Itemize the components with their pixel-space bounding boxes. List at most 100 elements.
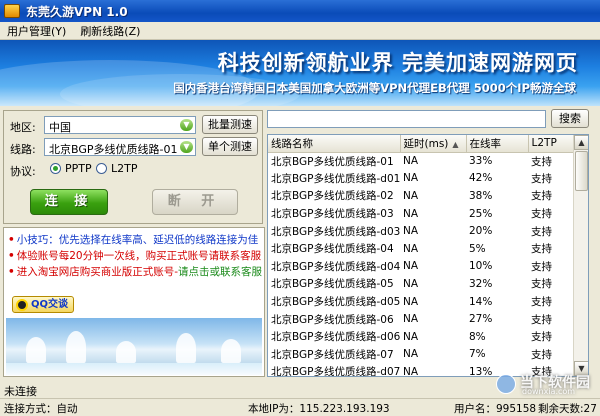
watermark-logo-icon xyxy=(496,374,516,394)
single-test-button[interactable]: 单个测速 xyxy=(202,137,258,156)
tip-text: 进入淘宝网店购买商业版正式账号- xyxy=(16,266,179,278)
server-list[interactable]: 线路名称 延时(ms) ▲ 在线率 L2TP 北京BGP多线优质线路-01 NA 33… xyxy=(267,134,589,377)
contact-link[interactable]: 请点击或联系客服 xyxy=(178,266,262,278)
tree-shape xyxy=(116,341,136,363)
cell-online-rate: 7% xyxy=(469,348,486,361)
scroll-thumb[interactable] xyxy=(575,151,588,191)
cell-line-name: 北京BGP多线优质线路-05 xyxy=(271,278,394,291)
cell-online-rate: 38% xyxy=(469,189,493,202)
table-row[interactable]: 北京BGP多线优质线路-d01 NA 42% 支持 xyxy=(268,170,574,188)
cell-l2tp: 支持 xyxy=(531,348,552,361)
banner: 科技创新领航业界 完美加速网游网页 国内香港台湾韩国日本美国加拿大欧洲等VPN代… xyxy=(0,40,600,106)
tree-shape xyxy=(66,331,86,363)
region-select[interactable]: 中国 ▼ xyxy=(44,116,196,134)
region-value: 中国 xyxy=(49,121,71,134)
server-table: 线路名称 延时(ms) ▲ 在线率 L2TP 北京BGP多线优质线路-01 NA 33… xyxy=(268,135,575,376)
banner-headline: 科技创新领航业界 完美加速网游网页 xyxy=(217,51,578,75)
table-row[interactable]: 北京BGP多线优质线路-05 NA 32% 支持 xyxy=(268,275,574,293)
header-label: 线路名称 xyxy=(271,137,313,150)
cell-online-rate: 5% xyxy=(469,242,486,255)
column-header-online-rate[interactable]: 在线率 xyxy=(466,135,529,153)
search-button[interactable]: 搜索 xyxy=(551,109,589,128)
column-header-latency[interactable]: 延时(ms) ▲ xyxy=(400,135,467,153)
cell-online-rate: 42% xyxy=(469,172,493,185)
menu-user-management[interactable]: 用户管理(Y) xyxy=(0,23,73,39)
table-row[interactable]: 北京BGP多线优质线路-07 NA 7% 支持 xyxy=(268,346,574,364)
column-header-line-name[interactable]: 线路名称 xyxy=(268,135,401,153)
cell-online-rate: 32% xyxy=(469,277,493,290)
scroll-up-icon[interactable]: ▲ xyxy=(574,135,588,150)
cell-latency: NA xyxy=(403,172,419,185)
radio-l2tp-label: L2TP xyxy=(111,162,138,175)
cell-line-name: 北京BGP多线优质线路-d04 xyxy=(271,260,400,273)
cell-online-rate: 33% xyxy=(469,155,493,168)
cell-line-name: 北京BGP多线优质线路-06 xyxy=(271,313,394,326)
header-label: 在线率 xyxy=(469,137,502,150)
qq-icon xyxy=(16,299,28,311)
connection-status: 未连接 xyxy=(4,385,37,398)
cell-l2tp: 支持 xyxy=(531,313,552,326)
cell-latency: NA xyxy=(403,155,419,168)
cell-line-name: 北京BGP多线优质线路-d01 xyxy=(271,172,400,185)
tip-text: 体验账号每20分钟一次线，购买正式账号请联系客服 xyxy=(16,250,262,262)
cell-l2tp: 支持 xyxy=(531,331,552,344)
line-value: 北京BGP多线优质线路-01 xyxy=(49,143,178,156)
radio-pptp-label: PPTP xyxy=(65,162,92,175)
tree-shape xyxy=(26,337,46,363)
cell-line-name: 北京BGP多线优质线路-07 xyxy=(271,348,394,361)
table-row[interactable]: 北京BGP多线优质线路-d05 NA 14% 支持 xyxy=(268,293,574,311)
cell-l2tp: 支持 xyxy=(531,225,552,238)
window-title: 东莞久游VPN 1.0 xyxy=(26,4,128,19)
qq-chat-button[interactable]: QQ交谈 xyxy=(12,296,74,313)
local-ip: 本地IP为：115.223.193.193 xyxy=(248,403,390,415)
radio-l2tp[interactable]: L2TP xyxy=(96,162,137,175)
table-row[interactable]: 北京BGP多线优质线路-01 NA 33% 支持 xyxy=(268,152,574,170)
cell-latency: NA xyxy=(403,189,419,202)
table-row[interactable]: 北京BGP多线优质线路-d06 NA 8% 支持 xyxy=(268,328,574,346)
cell-latency: NA xyxy=(403,295,419,308)
tree-shape xyxy=(221,339,241,363)
menu-refresh-lines[interactable]: 刷新线路(Z) xyxy=(73,23,147,39)
cell-line-name: 北京BGP多线优质线路-d06 xyxy=(271,331,400,344)
tips-panel: • 小技巧：优先选择在线率高、延迟低的线路连接为佳 • 体验账号每20分钟一次线，购… xyxy=(3,227,265,377)
watermark: 当下软件园 downxia.com xyxy=(496,372,592,398)
cell-online-rate: 14% xyxy=(469,295,493,308)
sort-arrow-icon: ▲ xyxy=(452,139,459,149)
column-header-l2tp[interactable]: L2TP xyxy=(528,135,575,153)
snow-scene-image xyxy=(6,318,262,375)
disconnect-button[interactable]: 断 开 xyxy=(152,189,238,215)
cell-latency: NA xyxy=(403,330,419,343)
cell-line-name: 北京BGP多线优质线路-03 xyxy=(271,208,394,221)
cell-online-rate: 25% xyxy=(469,207,493,220)
cell-online-rate: 8% xyxy=(469,330,486,343)
table-row[interactable]: 北京BGP多线优质线路-06 NA 27% 支持 xyxy=(268,310,574,328)
table-row[interactable]: 北京BGP多线优质线路-04 NA 5% 支持 xyxy=(268,240,574,258)
cell-line-name: 北京BGP多线优质线路-d05 xyxy=(271,296,400,309)
cell-l2tp: 支持 xyxy=(531,155,552,168)
header-label: 延时(ms) xyxy=(403,137,449,150)
left-panel: 地区: 中国 ▼ 批量测速 线路: 北京BGP多线优质线路-01 ▼ 单个测速 … xyxy=(3,110,265,377)
days-left: 剩余天数:27 xyxy=(538,403,597,415)
status-bar: 连接方式：自动 本地IP为：115.223.193.193 用户名：995158… xyxy=(0,398,600,415)
batch-test-button[interactable]: 批量测速 xyxy=(202,115,258,134)
table-row[interactable]: 北京BGP多线优质线路-03 NA 25% 支持 xyxy=(268,205,574,223)
radio-pptp[interactable]: PPTP xyxy=(50,162,92,175)
line-select[interactable]: 北京BGP多线优质线路-01 ▼ xyxy=(44,138,196,156)
chevron-down-icon[interactable]: ▼ xyxy=(180,119,193,131)
chevron-down-icon[interactable]: ▼ xyxy=(180,141,193,153)
cell-l2tp: 支持 xyxy=(531,208,552,221)
search-input[interactable] xyxy=(267,110,546,128)
cell-online-rate: 20% xyxy=(469,225,493,238)
cell-latency: NA xyxy=(403,242,419,255)
cell-line-name: 北京BGP多线优质线路-01 xyxy=(271,155,394,168)
qq-chat-label: QQ交谈 xyxy=(31,299,69,310)
line-label: 线路: xyxy=(10,143,36,156)
connect-button[interactable]: 连 接 xyxy=(30,189,108,215)
vertical-scrollbar[interactable]: ▲ ▼ xyxy=(573,135,588,376)
table-row[interactable]: 北京BGP多线优质线路-02 NA 38% 支持 xyxy=(268,187,574,205)
table-row[interactable]: 北京BGP多线优质线路-d04 NA 10% 支持 xyxy=(268,258,574,276)
tip-item: • 体验账号每20分钟一次线，购买正式账号请联系客服 xyxy=(8,250,262,262)
table-row[interactable]: 北京BGP多线优质线路-d03 NA 20% 支持 xyxy=(268,222,574,240)
cell-l2tp: 支持 xyxy=(531,190,552,203)
cell-latency: NA xyxy=(403,313,419,326)
